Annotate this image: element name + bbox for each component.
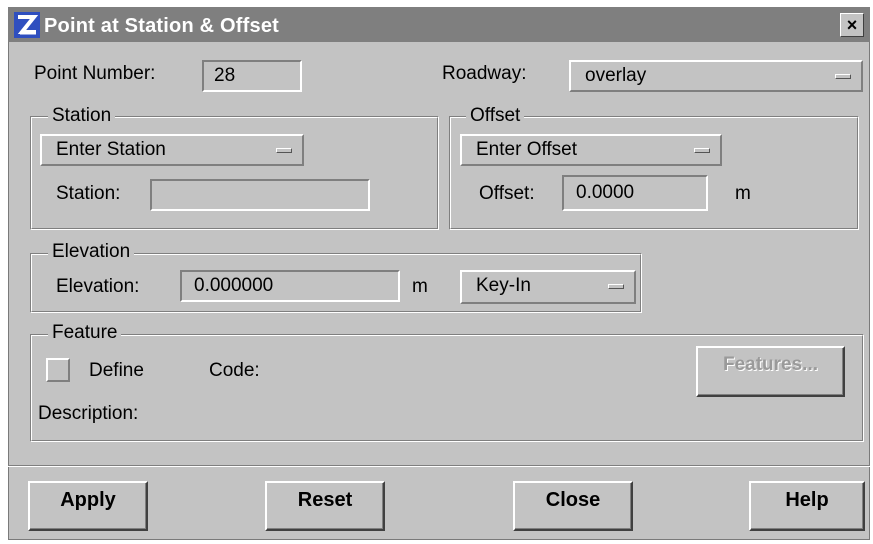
elevation-unit: m (412, 276, 428, 297)
apply-button-label: Apply (60, 489, 116, 511)
elevation-label: Elevation: (56, 276, 140, 297)
offset-unit: m (735, 183, 751, 204)
offset-label: Offset: (479, 183, 535, 204)
elevation-group-legend: Elevation (48, 241, 135, 263)
point-number-field[interactable]: 28 (202, 60, 302, 92)
reset-button[interactable]: Reset (265, 481, 385, 531)
offset-field[interactable]: 0.0000 (562, 175, 708, 211)
point-number-label: Point Number: (34, 63, 156, 84)
app-logo-icon (14, 12, 40, 38)
help-button[interactable]: Help (749, 481, 865, 531)
offset-mode-value: Enter Offset (476, 139, 578, 160)
elevation-mode-dropdown[interactable]: Key-In (460, 270, 636, 304)
features-button[interactable]: Features... (696, 346, 845, 397)
dropdown-indicator-icon (608, 284, 624, 289)
offset-mode-dropdown[interactable]: Enter Offset (460, 134, 722, 166)
define-label: Define (89, 360, 144, 381)
station-field[interactable] (150, 179, 370, 211)
station-mode-value: Enter Station (56, 139, 166, 160)
elevation-mode-value: Key-In (476, 275, 531, 296)
button-separator (8, 465, 870, 467)
apply-button[interactable]: Apply (28, 481, 148, 531)
roadway-label: Roadway: (442, 63, 527, 84)
roadway-dropdown[interactable]: overlay (569, 60, 863, 92)
description-label: Description: (38, 403, 139, 424)
elevation-field[interactable]: 0.000000 (180, 270, 400, 302)
features-button-label: Features... (722, 354, 819, 375)
close-icon[interactable]: × (840, 13, 864, 37)
offset-group-legend: Offset (466, 105, 525, 127)
help-button-label: Help (785, 489, 829, 511)
define-checkbox[interactable] (46, 358, 70, 382)
roadway-value: overlay (585, 65, 647, 86)
station-mode-dropdown[interactable]: Enter Station (40, 134, 304, 166)
feature-group-legend: Feature (48, 322, 122, 344)
station-group-legend: Station (48, 105, 116, 127)
dropdown-indicator-icon (835, 74, 851, 79)
window-title: Point at Station & Offset (44, 15, 279, 37)
dropdown-indicator-icon (694, 148, 710, 153)
station-label: Station: (56, 183, 121, 204)
close-button[interactable]: Close (513, 481, 633, 531)
close-button-label: Close (545, 489, 601, 511)
code-label: Code: (209, 360, 260, 381)
dropdown-indicator-icon (276, 148, 292, 153)
reset-button-label: Reset (297, 489, 353, 511)
